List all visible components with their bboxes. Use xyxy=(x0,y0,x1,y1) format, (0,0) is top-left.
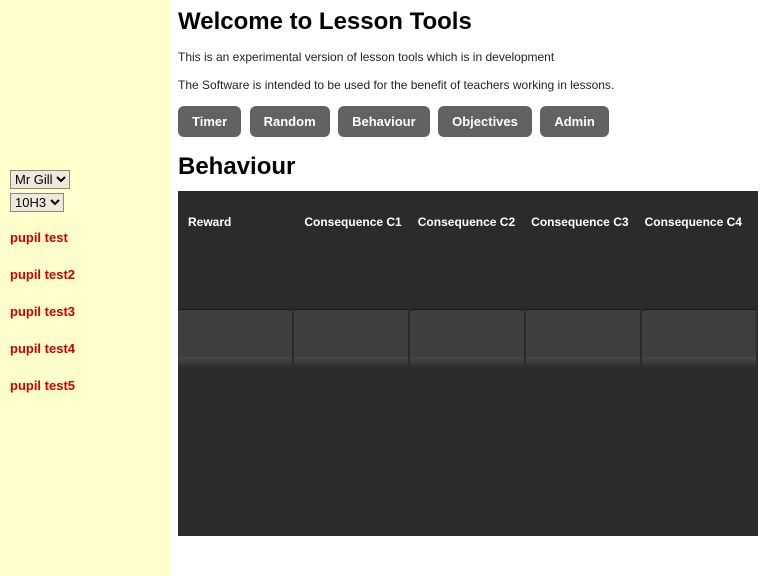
behaviour-row xyxy=(178,309,758,367)
section-title: Behaviour xyxy=(178,153,770,181)
behaviour-header-row: Reward Consequence C1 Consequence C2 Con… xyxy=(178,191,758,229)
pupil-link[interactable]: pupil test5 xyxy=(10,378,160,393)
teacher-select[interactable]: Mr Gill xyxy=(10,170,70,189)
col-c3: Consequence C3 xyxy=(531,215,644,229)
behaviour-cell-c4[interactable] xyxy=(642,309,756,367)
objectives-button[interactable]: Objectives xyxy=(438,106,532,137)
random-button[interactable]: Random xyxy=(250,106,330,137)
sidebar: Mr Gill 10H3 pupil test pupil test2 pupi… xyxy=(0,0,170,576)
behaviour-cell-reward[interactable] xyxy=(178,309,292,367)
pupil-link[interactable]: pupil test xyxy=(10,230,160,245)
class-select[interactable]: 10H3 xyxy=(10,193,64,212)
col-c2: Consequence C2 xyxy=(418,215,531,229)
pupil-link[interactable]: pupil test4 xyxy=(10,341,160,356)
behaviour-cell-c1[interactable] xyxy=(294,309,408,367)
behaviour-cell-c2[interactable] xyxy=(410,309,524,367)
pupil-link[interactable]: pupil test3 xyxy=(10,304,160,319)
col-c4: Consequence C4 xyxy=(645,215,758,229)
pupil-list: pupil test pupil test2 pupil test3 pupil… xyxy=(10,230,160,393)
pupil-link[interactable]: pupil test2 xyxy=(10,267,160,282)
behaviour-button[interactable]: Behaviour xyxy=(338,106,430,137)
col-c1: Consequence C1 xyxy=(304,215,417,229)
intro-text-1: This is an experimental version of lesso… xyxy=(178,50,770,64)
intro-text-2: The Software is intended to be used for … xyxy=(178,78,770,92)
admin-button[interactable]: Admin xyxy=(540,106,608,137)
col-reward: Reward xyxy=(188,215,304,229)
main-content: Welcome to Lesson Tools This is an exper… xyxy=(170,0,782,576)
timer-button[interactable]: Timer xyxy=(178,106,241,137)
behaviour-panel: Reward Consequence C1 Consequence C2 Con… xyxy=(178,191,758,536)
behaviour-cell-c3[interactable] xyxy=(526,309,640,367)
nav-bar: Timer Random Behaviour Objectives Admin xyxy=(178,106,770,137)
page-title: Welcome to Lesson Tools xyxy=(178,8,770,36)
